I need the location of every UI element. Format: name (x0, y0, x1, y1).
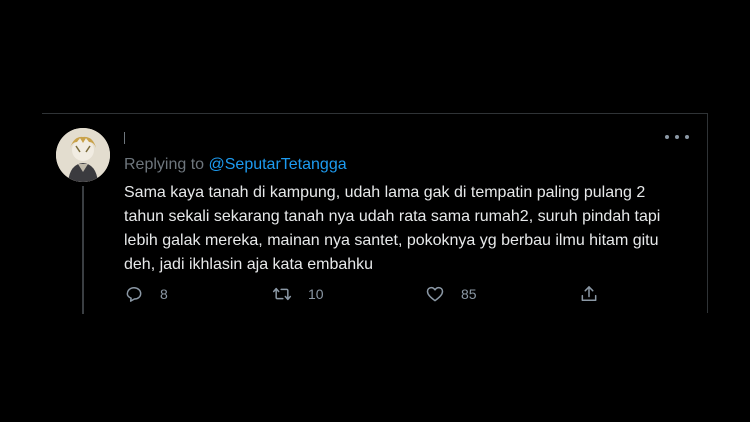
replying-handle-link[interactable]: @SeputarTetangga (209, 156, 347, 173)
like-button[interactable]: 85 (425, 282, 477, 306)
avatar[interactable] (56, 128, 110, 182)
like-count: 85 (461, 286, 477, 302)
like-icon (426, 286, 444, 302)
retweet-icon (272, 287, 292, 301)
tweet-text: Sama kaya tanah di kampung, udah lama ga… (124, 184, 661, 273)
share-icon (581, 286, 597, 301)
reply-icon (126, 287, 142, 302)
share-button[interactable] (579, 282, 599, 306)
tweet-actions: 8 10 85 (112, 282, 612, 306)
retweet-button[interactable]: 10 (272, 282, 324, 306)
thread-line (82, 186, 84, 314)
retweet-count: 10 (308, 286, 324, 302)
reply-button[interactable]: 8 (124, 282, 168, 306)
replying-prefix: Replying to (124, 156, 209, 173)
replying-to-line: Replying to @SeputarTetangga (124, 156, 347, 174)
display-name-placeholder (124, 132, 125, 144)
tweet-card[interactable]: Replying to @SeputarTetangga Sama kaya t… (42, 113, 708, 314)
reply-count: 8 (160, 286, 168, 302)
more-icon[interactable] (665, 128, 689, 146)
